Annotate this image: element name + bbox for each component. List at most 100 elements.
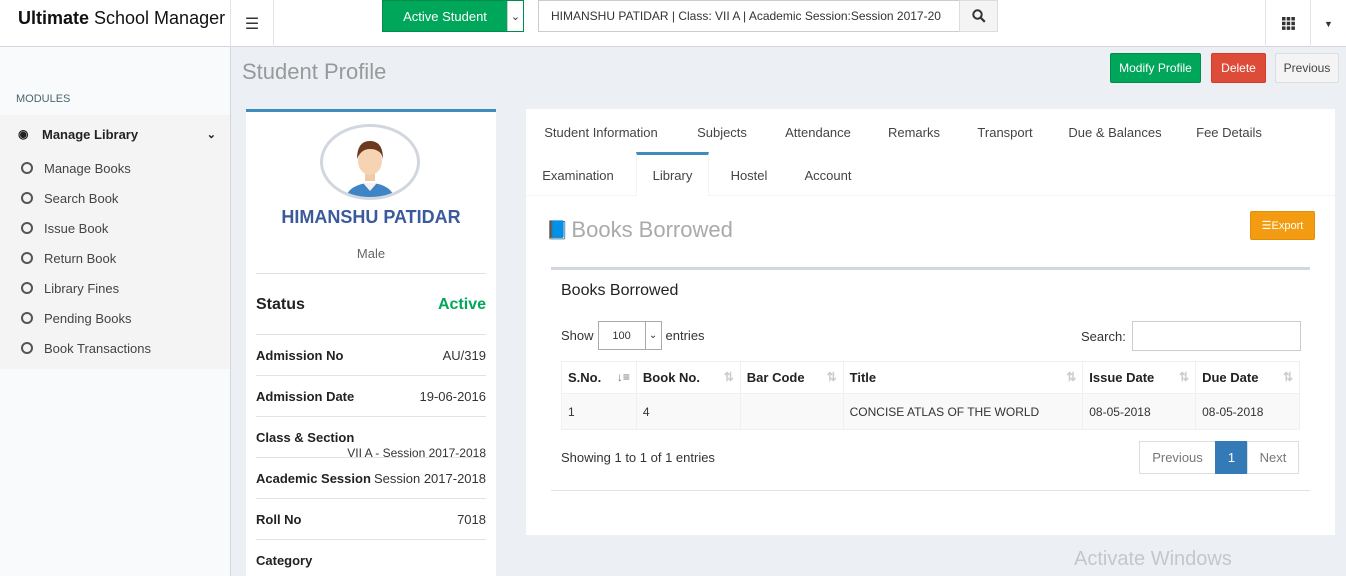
apps-menu-button[interactable] [1265, 0, 1310, 47]
tab-fee-details[interactable]: Fee Details [1182, 111, 1276, 154]
book-icon: 📘 [546, 219, 569, 240]
column-header-book-no[interactable]: Book No. ⇅ [635, 361, 741, 394]
tab-subjects[interactable]: Subjects [684, 111, 760, 154]
tab-account[interactable]: Account [792, 154, 864, 197]
field-label: Roll No [256, 511, 302, 527]
sort-asc-icon: ↓≡ [616, 370, 630, 384]
circle-icon [21, 192, 33, 204]
status-label: Status [256, 295, 305, 313]
sidebar-header: MODULES [16, 93, 71, 105]
page-size-control: Show 100 ⌄ entries [561, 321, 705, 350]
tab-hostel[interactable]: Hostel [716, 154, 782, 197]
user-avatar-icon [346, 141, 394, 197]
sort-icon: ⇅ [723, 370, 734, 384]
search-button[interactable] [959, 0, 998, 32]
sort-icon: ⇅ [826, 370, 837, 384]
table-search-input[interactable] [1131, 321, 1301, 351]
sidebar-item-issue-book[interactable]: Issue Book [0, 213, 230, 243]
show-label: Show [561, 328, 594, 343]
field-value: Session 2017-2018 [373, 470, 486, 486]
sidebar-item-pending-books[interactable]: Pending Books [0, 303, 230, 333]
tab-remarks[interactable]: Remarks [876, 111, 952, 154]
sidebar-item-label: Pending Books [44, 310, 132, 326]
page-title: Student Profile [242, 59, 387, 84]
column-header-issue-date[interactable]: Issue Date ⇅ [1082, 361, 1197, 394]
books-borrowed-title: Books Borrowed [561, 282, 679, 299]
field-label: Class & Section [256, 429, 355, 445]
section-title: 📘 Books Borrowed [546, 217, 733, 243]
pagination-next[interactable]: Next [1247, 441, 1299, 474]
search-label: Search: [1081, 328, 1126, 344]
sidebar-item-library-fines[interactable]: Library Fines [0, 273, 230, 303]
tab-due-balances[interactable]: Due & Balances [1058, 111, 1172, 154]
tab-transport[interactable]: Transport [962, 111, 1048, 154]
column-label: Title [849, 370, 877, 385]
status-row: Status Active [256, 273, 486, 335]
pagination: Previous 1 Next [1139, 441, 1299, 474]
page-size-value: 100 [612, 329, 631, 342]
sidebar-submenu: Manage Books Search Book Issue Book Retu… [0, 153, 230, 369]
books-table: S.No. ↓≡ Book No. ⇅ Bar Code ⇅ Title ⇅ Issue… [561, 361, 1300, 430]
tab-library[interactable]: Library [636, 152, 709, 196]
student-name: HIMANSHU PATIDAR [281, 207, 461, 227]
pagination-page-1[interactable]: 1 [1215, 441, 1248, 474]
sort-icon: ⇅ [1066, 370, 1077, 384]
active-student-label: Active Student [403, 8, 487, 24]
search-icon [971, 9, 986, 23]
brand-bold: Ultimate [18, 8, 90, 28]
column-label: Issue Date [1089, 370, 1155, 385]
sidebar-toggle-button[interactable]: ☰ [231, 0, 274, 47]
circle-icon [21, 162, 33, 174]
table-row[interactable]: 1 4 CONCISE ATLAS OF THE WORLD 08-05-201… [561, 393, 1300, 430]
field-value: VII A - Session 2017-2018 [347, 446, 486, 457]
sort-icon: ⇅ [1282, 370, 1293, 384]
previous-button[interactable]: Previous [1275, 53, 1339, 83]
sidebar-menu-manage-library[interactable]: ◉ Manage Library ⌄ [0, 115, 230, 153]
pagination-previous[interactable]: Previous [1139, 441, 1216, 474]
entries-label: entries [665, 328, 705, 343]
app-brand[interactable]: Ultimate School Manager [0, 0, 231, 47]
modify-profile-button[interactable]: Modify Profile [1110, 53, 1201, 83]
brand-rest: School Manager [89, 8, 226, 28]
tab-attendance[interactable]: Attendance [770, 111, 866, 154]
column-header-title[interactable]: Title ⇅ [842, 361, 1084, 394]
grid-icon [1281, 17, 1295, 30]
sidebar-item-label: Library Fines [44, 280, 120, 296]
sidebar-menu-title: Manage Library [42, 126, 139, 142]
student-gender: Male [356, 246, 386, 261]
circle-icon [21, 222, 33, 234]
table-header-row: S.No. ↓≡ Book No. ⇅ Bar Code ⇅ Title ⇅ Issue… [561, 361, 1300, 394]
top-navbar: Ultimate School Manager ☰ Active Student… [0, 0, 1346, 47]
column-label: Due Date [1202, 370, 1259, 385]
cell-due-date: 08-05-2018 [1195, 393, 1300, 430]
column-header-bar-code[interactable]: Bar Code ⇅ [739, 361, 844, 394]
sidebar-item-label: Manage Books [44, 160, 131, 176]
page-size-select[interactable]: 100 ⌄ [597, 321, 662, 350]
column-header-due-date[interactable]: Due Date ⇅ [1195, 361, 1300, 394]
table-search: Search: [1081, 321, 1301, 351]
field-label: Category [256, 552, 313, 568]
cell-issue-date: 08-05-2018 [1082, 393, 1197, 430]
sidebar-item-manage-books[interactable]: Manage Books [0, 153, 230, 183]
student-search-input[interactable] [538, 0, 960, 32]
table-info: Showing 1 to 1 of 1 entries [561, 450, 715, 465]
tab-examination[interactable]: Examination [526, 154, 630, 197]
delete-button[interactable]: Delete [1211, 53, 1266, 83]
list-icon: ☰ [1261, 220, 1272, 232]
sidebar-item-return-book[interactable]: Return Book [0, 243, 230, 273]
tab-student-information[interactable]: Student Information [526, 111, 676, 154]
admission-no-row: Admission No AU/319 [256, 334, 486, 375]
export-button[interactable]: ☰ Export [1250, 211, 1315, 240]
column-header-sno[interactable]: S.No. ↓≡ [561, 361, 637, 394]
sidebar-item-search-book[interactable]: Search Book [0, 183, 230, 213]
sidebar-item-label: Search Book [44, 190, 119, 206]
sidebar-item-book-transactions[interactable]: Book Transactions [0, 333, 230, 363]
user-menu-dropdown[interactable]: ▼ [1310, 0, 1346, 47]
column-label: S.No. [568, 370, 602, 385]
active-student-dropdown[interactable]: Active Student ⌄ [382, 0, 524, 32]
section-title-text: Books Borrowed [571, 217, 733, 242]
chevron-down-icon[interactable]: ⌄ [507, 1, 523, 31]
status-badge: Active [437, 295, 486, 313]
student-details-box: Student Information Subjects Attendance … [526, 109, 1335, 535]
cell-sno: 1 [561, 393, 637, 430]
